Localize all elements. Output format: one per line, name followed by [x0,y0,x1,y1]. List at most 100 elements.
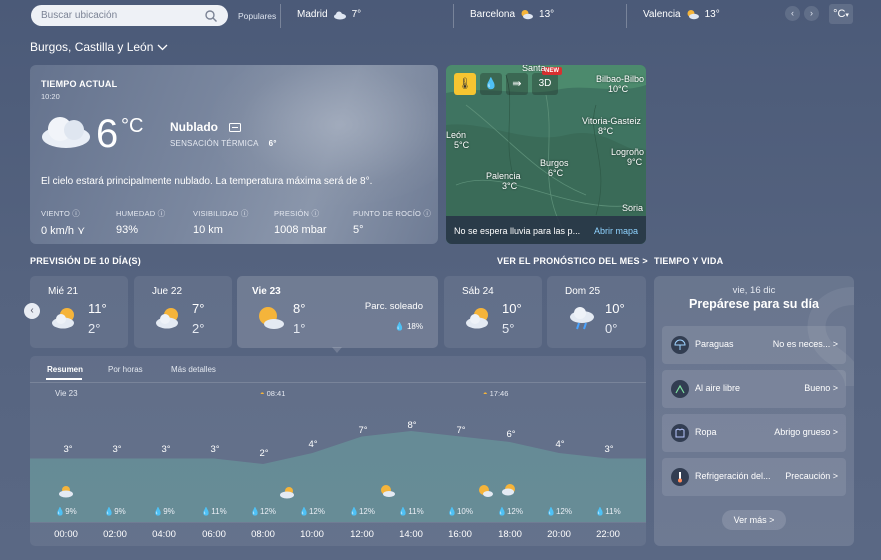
hour-rain-value: 9% [163,507,175,516]
map-city-name: Burgos [540,158,569,168]
forecast-day-card[interactable]: Mié 21 11° 2° [30,276,128,348]
hour-temp: 4° [555,439,565,450]
hour-rain: 💧11% [391,507,431,516]
current-description: El cielo estará principalmente nublado. … [41,176,373,187]
hour-rain: 💧12% [490,507,530,516]
life-item-name: Refrigeración del... [695,471,771,481]
info-icon[interactable]: ⓘ [311,209,319,218]
metric-value: 10 km [193,224,223,236]
life-item-clothing[interactable]: Ropa Abrigo grueso > [662,414,846,452]
chevron-down-icon [157,44,168,50]
see-more-button[interactable]: Ver más > [722,510,786,530]
popular-city-valencia[interactable]: Valencia 13° [643,9,720,20]
feels-like-label: SENSACIÓN TÉRMICA [170,139,259,148]
hour-rain: 💧12% [342,507,382,516]
map-city-label: Palencia 3°C [486,171,521,191]
day-name: Sáb 24 [462,286,494,297]
temperature-layer-button[interactable]: 🌡 [454,73,476,95]
hour-rain: 💧11% [588,507,628,516]
day-name: Jue 22 [152,286,183,297]
map-city-label: Burgos 6°C [540,158,569,178]
3d-view-button[interactable]: 3D [532,73,558,95]
info-icon[interactable]: ⓘ [72,209,80,218]
partly-sunny-icon [280,487,294,499]
popular-city-madrid[interactable]: Madrid 7° [297,9,361,20]
partly-sunny-icon [466,308,488,329]
forecast-day-card[interactable]: Jue 22 7° 2° [134,276,232,348]
hour-label: 22:00 [596,529,620,540]
life-item-outdoors[interactable]: Al aire libre Bueno > [662,370,846,408]
map-footer-text: No se espera lluvia para las p... [454,226,581,236]
hour-rain: 💧10% [440,507,480,516]
unit-toggle[interactable]: °C▾ [829,4,853,24]
raindrop-icon: 💧 [153,507,164,516]
day-low: 2° [192,321,205,336]
wind-layer-button[interactable]: ⇛ [506,73,528,95]
day-low: 0° [605,321,618,336]
cloud-icon [42,117,90,148]
day-low: 1° [293,321,306,336]
outdoor-activity-icon [671,380,689,398]
current-title: TIEMPO ACTUAL [41,79,118,89]
raindrop-icon: 💧 [55,507,66,516]
life-item-name: Al aire libre [695,383,741,393]
location-selector[interactable]: Burgos, Castilla y León [30,40,168,54]
metric-value: 0 km/h [41,225,75,237]
map-city-name: León [446,130,467,140]
map-city-name: Bilbao-Bilbo [596,74,645,84]
partly-sunny-icon [59,486,73,498]
day-high: 7° [192,301,205,316]
hour-label: 10:00 [300,529,324,540]
prev-cities-button[interactable]: ‹ [785,6,800,21]
city-temp: 13° [539,9,555,20]
info-icon[interactable]: ⓘ [423,209,431,218]
raindrop-icon: 💧 [546,507,556,516]
info-icon[interactable]: ⓘ [241,209,249,218]
next-cities-button[interactable]: › [804,6,819,21]
metric-visibility: VISIBILIDAD ⓘ 10 km [193,208,249,236]
open-map-link[interactable]: Abrir mapa [594,226,638,236]
hour-temp: 7° [456,425,466,436]
metric-value: 93% [116,224,139,236]
wind-direction-icon: ⋎ [77,225,86,237]
current-weather-card[interactable]: TIEMPO ACTUAL 10:20 6 °C Nublado SENSACI… [30,65,438,244]
life-item-name: Paraguas [695,339,734,349]
hour-label: 18:00 [498,529,522,540]
hour-temp: 3° [210,444,220,455]
forecast-day-card[interactable]: Dom 25 10° 0° [547,276,646,348]
hour-rain-value: 12% [358,507,375,516]
map-city-temp: 5°C [454,140,470,150]
metric-humidity: HUMEDAD ⓘ 93% [116,208,165,236]
map-city-temp: 3°C [502,181,518,191]
life-heading: Prepárese para su día [689,297,819,311]
day-high: 10° [502,301,522,316]
top-bar: Buscar ubicación Populares Madrid 7° Bar… [0,0,881,32]
hour-label: 12:00 [350,529,374,540]
map-city-temp: 6°C [548,168,564,178]
precipitation-layer-button[interactable]: 💧 [480,73,502,95]
rain-cloud-icon [570,307,594,330]
hour-rain-value: 11% [605,507,621,516]
forecast-day-card-selected[interactable]: Vie 23 8° 1° Parc. soleado 💧 18% [237,276,438,353]
metric-wind: VIENTO ⓘ 0 km/h ⋎ [41,208,85,237]
raindrop-icon: 💧 [398,507,409,516]
metric-value: 5° [353,224,364,236]
day-high: 11° [88,301,107,316]
condition-label: Nublado [170,120,218,134]
hour-label: 04:00 [152,529,176,540]
popular-city-barcelona[interactable]: Barcelona 13° [470,9,554,20]
forecast-day-card[interactable]: Sáb 24 10° 5° [444,276,542,348]
search-input[interactable]: Buscar ubicación [31,5,228,26]
life-item-umbrella[interactable]: Paraguas No es neces... > [662,326,846,364]
partly-sunny-icon [521,10,534,20]
hour-temp: 2° [259,448,269,459]
info-icon[interactable]: ⓘ [158,209,166,218]
life-item-car-cooling[interactable]: Refrigeración del... Precaución > [662,458,846,496]
hour-rain-value: 9% [114,507,126,516]
current-time: 10:20 [41,92,60,101]
weather-map[interactable]: 🌡 💧 ⇛ 3D NEW Santa Bilbao-Bilbo 10°C Vito… [446,65,646,244]
day-rain: 💧 18% [395,322,423,331]
map-city-name: Logroño [611,147,645,157]
divider [30,522,646,523]
month-forecast-link[interactable]: VER EL PRONÓSTICO DEL MES > [497,256,648,266]
